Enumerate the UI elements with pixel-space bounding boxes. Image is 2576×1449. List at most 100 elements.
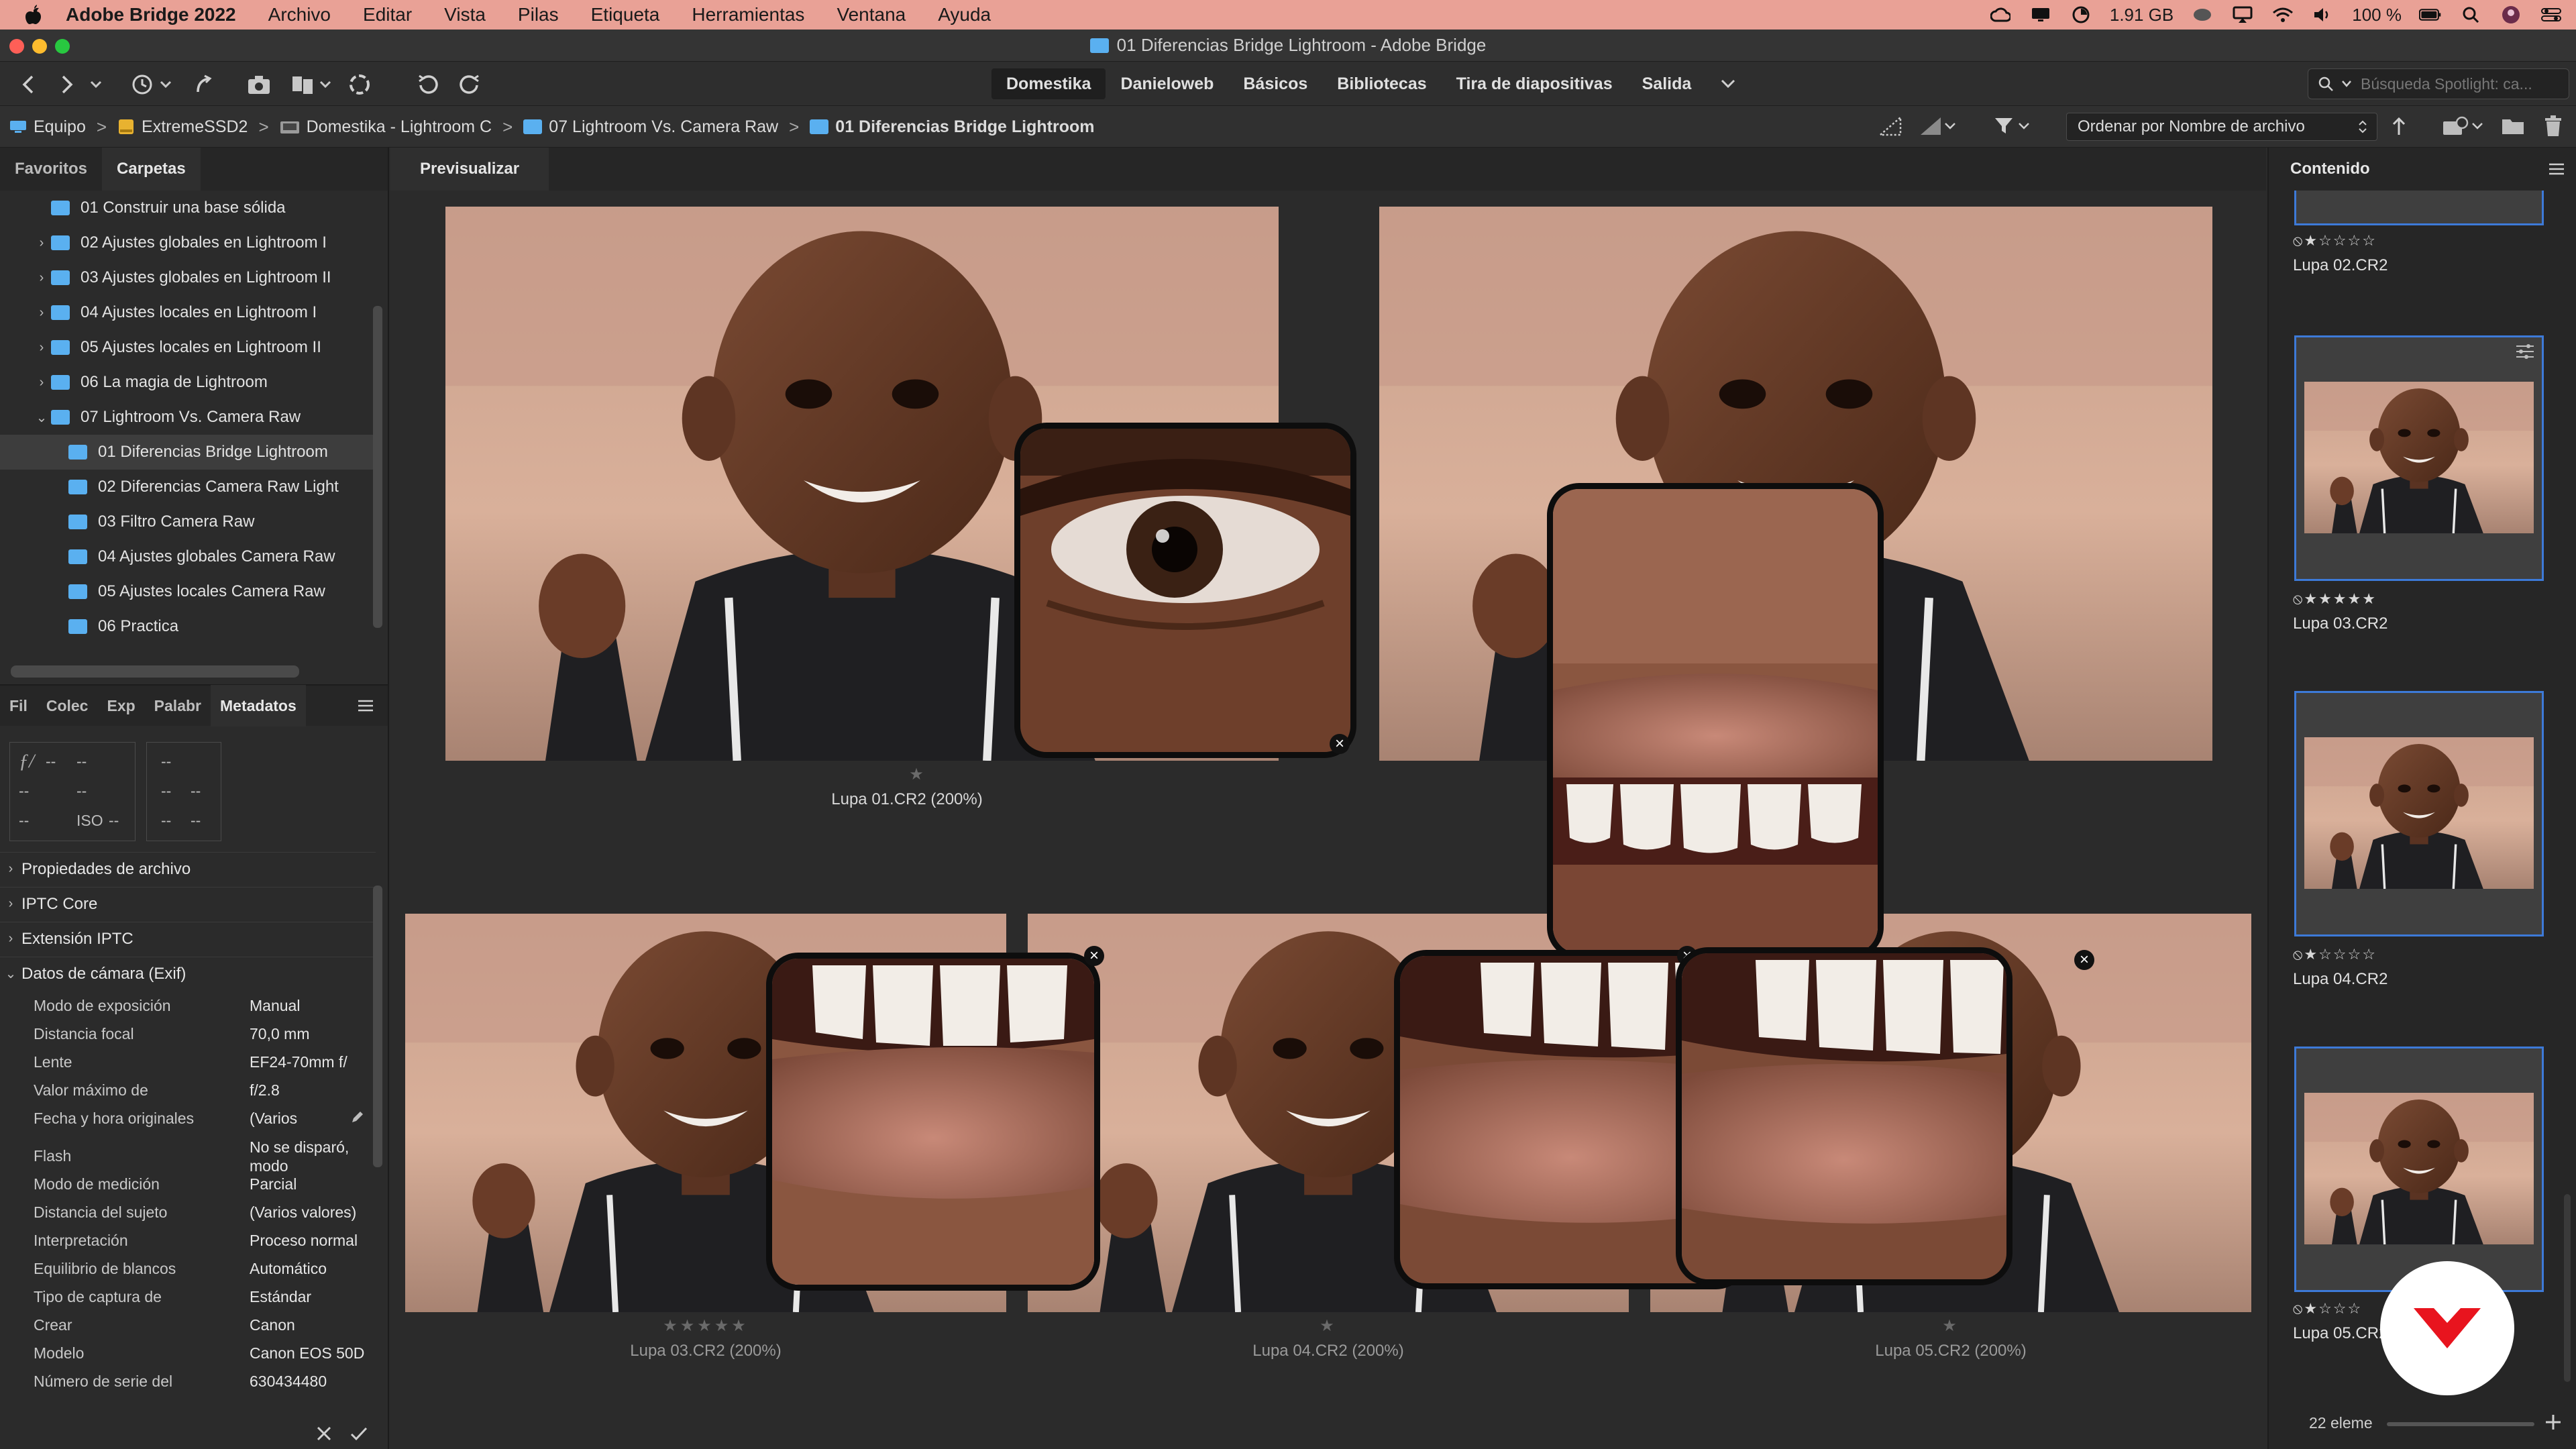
tab-contenido[interactable]: Contenido	[2290, 160, 2370, 178]
loupe-teeth-right[interactable]	[1676, 947, 2012, 1285]
metadata-section-header[interactable]: › IPTC Core	[0, 887, 376, 920]
photo-downloader-icon[interactable]	[346, 71, 373, 98]
zoom-window-button[interactable]	[55, 39, 70, 54]
metadata-value[interactable]: Estándar	[250, 1288, 311, 1306]
camera-import-icon[interactable]	[246, 71, 272, 98]
chevron-down-icon[interactable]	[315, 71, 335, 98]
metadata-value[interactable]: Parcial	[250, 1175, 297, 1193]
folder-tree-horizontal-scrollbar[interactable]	[11, 665, 299, 678]
loupe-teeth-left[interactable]	[766, 953, 1100, 1291]
tab-filter[interactable]: Fil	[0, 685, 37, 727]
workspace-bibliotecas[interactable]: Bibliotecas	[1322, 68, 1441, 99]
folder-tree-item[interactable]: › 05 Ajustes locales en Lightroom II	[0, 330, 373, 365]
apple-icon[interactable]	[20, 5, 47, 25]
return-to-app-icon[interactable]	[189, 71, 216, 98]
new-folder-icon[interactable]	[2500, 113, 2526, 140]
breadcrumb-equipo[interactable]: Equipo	[9, 117, 86, 137]
close-icon[interactable]: ×	[2074, 950, 2094, 970]
menu-editar[interactable]: Editar	[363, 4, 412, 25]
metadata-section-header[interactable]: › Extensión IPTC	[0, 922, 376, 955]
breadcrumb-drive[interactable]: ExtremeSSD2	[117, 117, 248, 137]
cancel-icon[interactable]	[313, 1422, 335, 1445]
menu-ventana[interactable]: Ventana	[837, 4, 906, 25]
folder-tree-scrollbar[interactable]	[373, 306, 382, 628]
metadata-value[interactable]: EF24-70mm f/	[250, 1053, 347, 1071]
rating-star-icon[interactable]: ★	[851, 765, 985, 784]
content-scrollbar[interactable]	[2564, 1194, 2571, 1382]
forward-icon[interactable]	[54, 71, 80, 98]
menu-vista[interactable]: Vista	[444, 4, 486, 25]
folder-tree-item[interactable]: ⌄ 07 Lightroom Vs. Camera Raw	[0, 400, 373, 435]
search-icon[interactable]	[2459, 5, 2482, 25]
chevron-down-icon[interactable]	[2467, 113, 2487, 140]
chevron-right-icon[interactable]: ›	[32, 305, 51, 321]
recent-files-icon[interactable]	[129, 71, 156, 98]
wifi-icon[interactable]	[2271, 5, 2294, 25]
thumbnail-lupa02[interactable]	[2294, 191, 2544, 225]
folder-tree-item[interactable]: 02 Diferencias Camera Raw Light	[0, 470, 373, 504]
open-recent-icon[interactable]	[2442, 113, 2469, 140]
workspace-salida[interactable]: Salida	[1627, 68, 1707, 99]
chevron-down-icon[interactable]: ⌄	[32, 409, 51, 426]
breadcrumb-module[interactable]: 07 Lightroom Vs. Camera Raw	[523, 117, 778, 137]
trash-icon[interactable]	[2540, 113, 2567, 140]
menu-pilas[interactable]: Pilas	[518, 4, 559, 25]
close-icon[interactable]: ×	[1330, 734, 1350, 754]
chevron-right-icon[interactable]: ›	[32, 340, 51, 356]
display-icon[interactable]	[2029, 5, 2052, 25]
folder-tree-item[interactable]: 04 Ajustes globales Camera Raw	[0, 539, 373, 574]
metadata-value[interactable]: f/2.8	[250, 1081, 280, 1099]
thumbnail-lupa04[interactable]	[2294, 691, 2544, 936]
thumbnail-rating[interactable]: ⦸★☆☆☆☆	[2293, 232, 2377, 250]
metadata-value[interactable]: Canon EOS 50D	[250, 1344, 364, 1362]
folder-tree-item[interactable]: 03 Filtro Camera Raw	[0, 504, 373, 539]
folder-tree-item[interactable]: › 06 La magia de Lightroom	[0, 365, 373, 400]
metadata-value[interactable]: (Varios valores)	[250, 1203, 356, 1222]
app-menu[interactable]: Adobe Bridge 2022	[66, 4, 236, 25]
menu-ayuda[interactable]: Ayuda	[938, 4, 991, 25]
tab-keywords[interactable]: Palabr	[145, 685, 211, 727]
loupe-eye[interactable]	[1014, 423, 1356, 758]
zoom-in-icon[interactable]	[2544, 1413, 2563, 1432]
metadata-value[interactable]: (Varios	[250, 1110, 297, 1128]
tab-collections[interactable]: Colec	[37, 685, 98, 727]
folder-tree-item[interactable]: 05 Ajustes locales Camera Raw	[0, 574, 373, 609]
rating-star-icon[interactable]: ★	[1884, 1316, 2018, 1336]
tab-carpetas[interactable]: Carpetas	[102, 148, 201, 191]
menu-etiqueta[interactable]: Etiqueta	[591, 4, 660, 25]
user-avatar-icon[interactable]	[2500, 5, 2522, 25]
metadata-scrollbar[interactable]	[373, 885, 382, 1167]
metadata-section-header[interactable]: ⌄ Datos de cámara (Exif)	[0, 957, 376, 990]
rating-star-icon[interactable]: ★	[1261, 1316, 1395, 1336]
menu-herramientas[interactable]: Herramientas	[692, 4, 804, 25]
workspace-more-chevron-icon[interactable]	[1706, 68, 1750, 99]
sort-dropdown[interactable]: Ordenar por Nombre de archivo	[2066, 113, 2377, 141]
minimize-window-button[interactable]	[32, 39, 47, 54]
volume-icon[interactable]	[2312, 5, 2334, 25]
apply-icon[interactable]	[347, 1422, 370, 1445]
workspace-filmstrip[interactable]: Tira de diapositivas	[1442, 68, 1627, 99]
spotlight-search-input[interactable]: Búsqueda Spotlight: ca...	[2308, 68, 2569, 99]
tab-export[interactable]: Exp	[97, 685, 144, 727]
thumbnail-size-slider[interactable]	[2387, 1422, 2534, 1426]
sort-ascending-icon[interactable]	[2385, 113, 2412, 140]
workspace-danieloweb[interactable]: Danieloweb	[1106, 68, 1228, 99]
folder-tree-item[interactable]: › 04 Ajustes locales en Lightroom I	[0, 295, 373, 330]
airplay-icon[interactable]	[2231, 5, 2254, 25]
chevron-right-icon[interactable]: ›	[32, 375, 51, 390]
rating-stars[interactable]: ★★★★★	[639, 1316, 773, 1336]
panel-menu-icon[interactable]	[2548, 162, 2565, 176]
chevron-down-icon[interactable]	[1940, 113, 1960, 140]
folder-tree-item[interactable]: 01 Construir una base sólida	[0, 191, 373, 225]
battery-icon[interactable]	[2419, 5, 2442, 25]
panel-menu-icon[interactable]	[347, 685, 384, 727]
breadcrumb-course[interactable]: Domestika - Lightroom C	[280, 117, 492, 137]
metadata-value[interactable]: 70,0 mm	[250, 1025, 309, 1043]
tab-previsualizar[interactable]: Previsualizar	[390, 148, 549, 191]
rotate-right-icon[interactable]	[456, 71, 483, 98]
chevron-right-icon[interactable]: ›	[32, 270, 51, 286]
folder-tree-item[interactable]: › 02 Ajustes globales en Lightroom I	[0, 225, 373, 260]
thumbnail-rating[interactable]: ⦸★☆☆☆	[2293, 1300, 2362, 1318]
rotate-left-icon[interactable]	[415, 71, 441, 98]
chevron-right-icon[interactable]: ›	[32, 235, 51, 251]
